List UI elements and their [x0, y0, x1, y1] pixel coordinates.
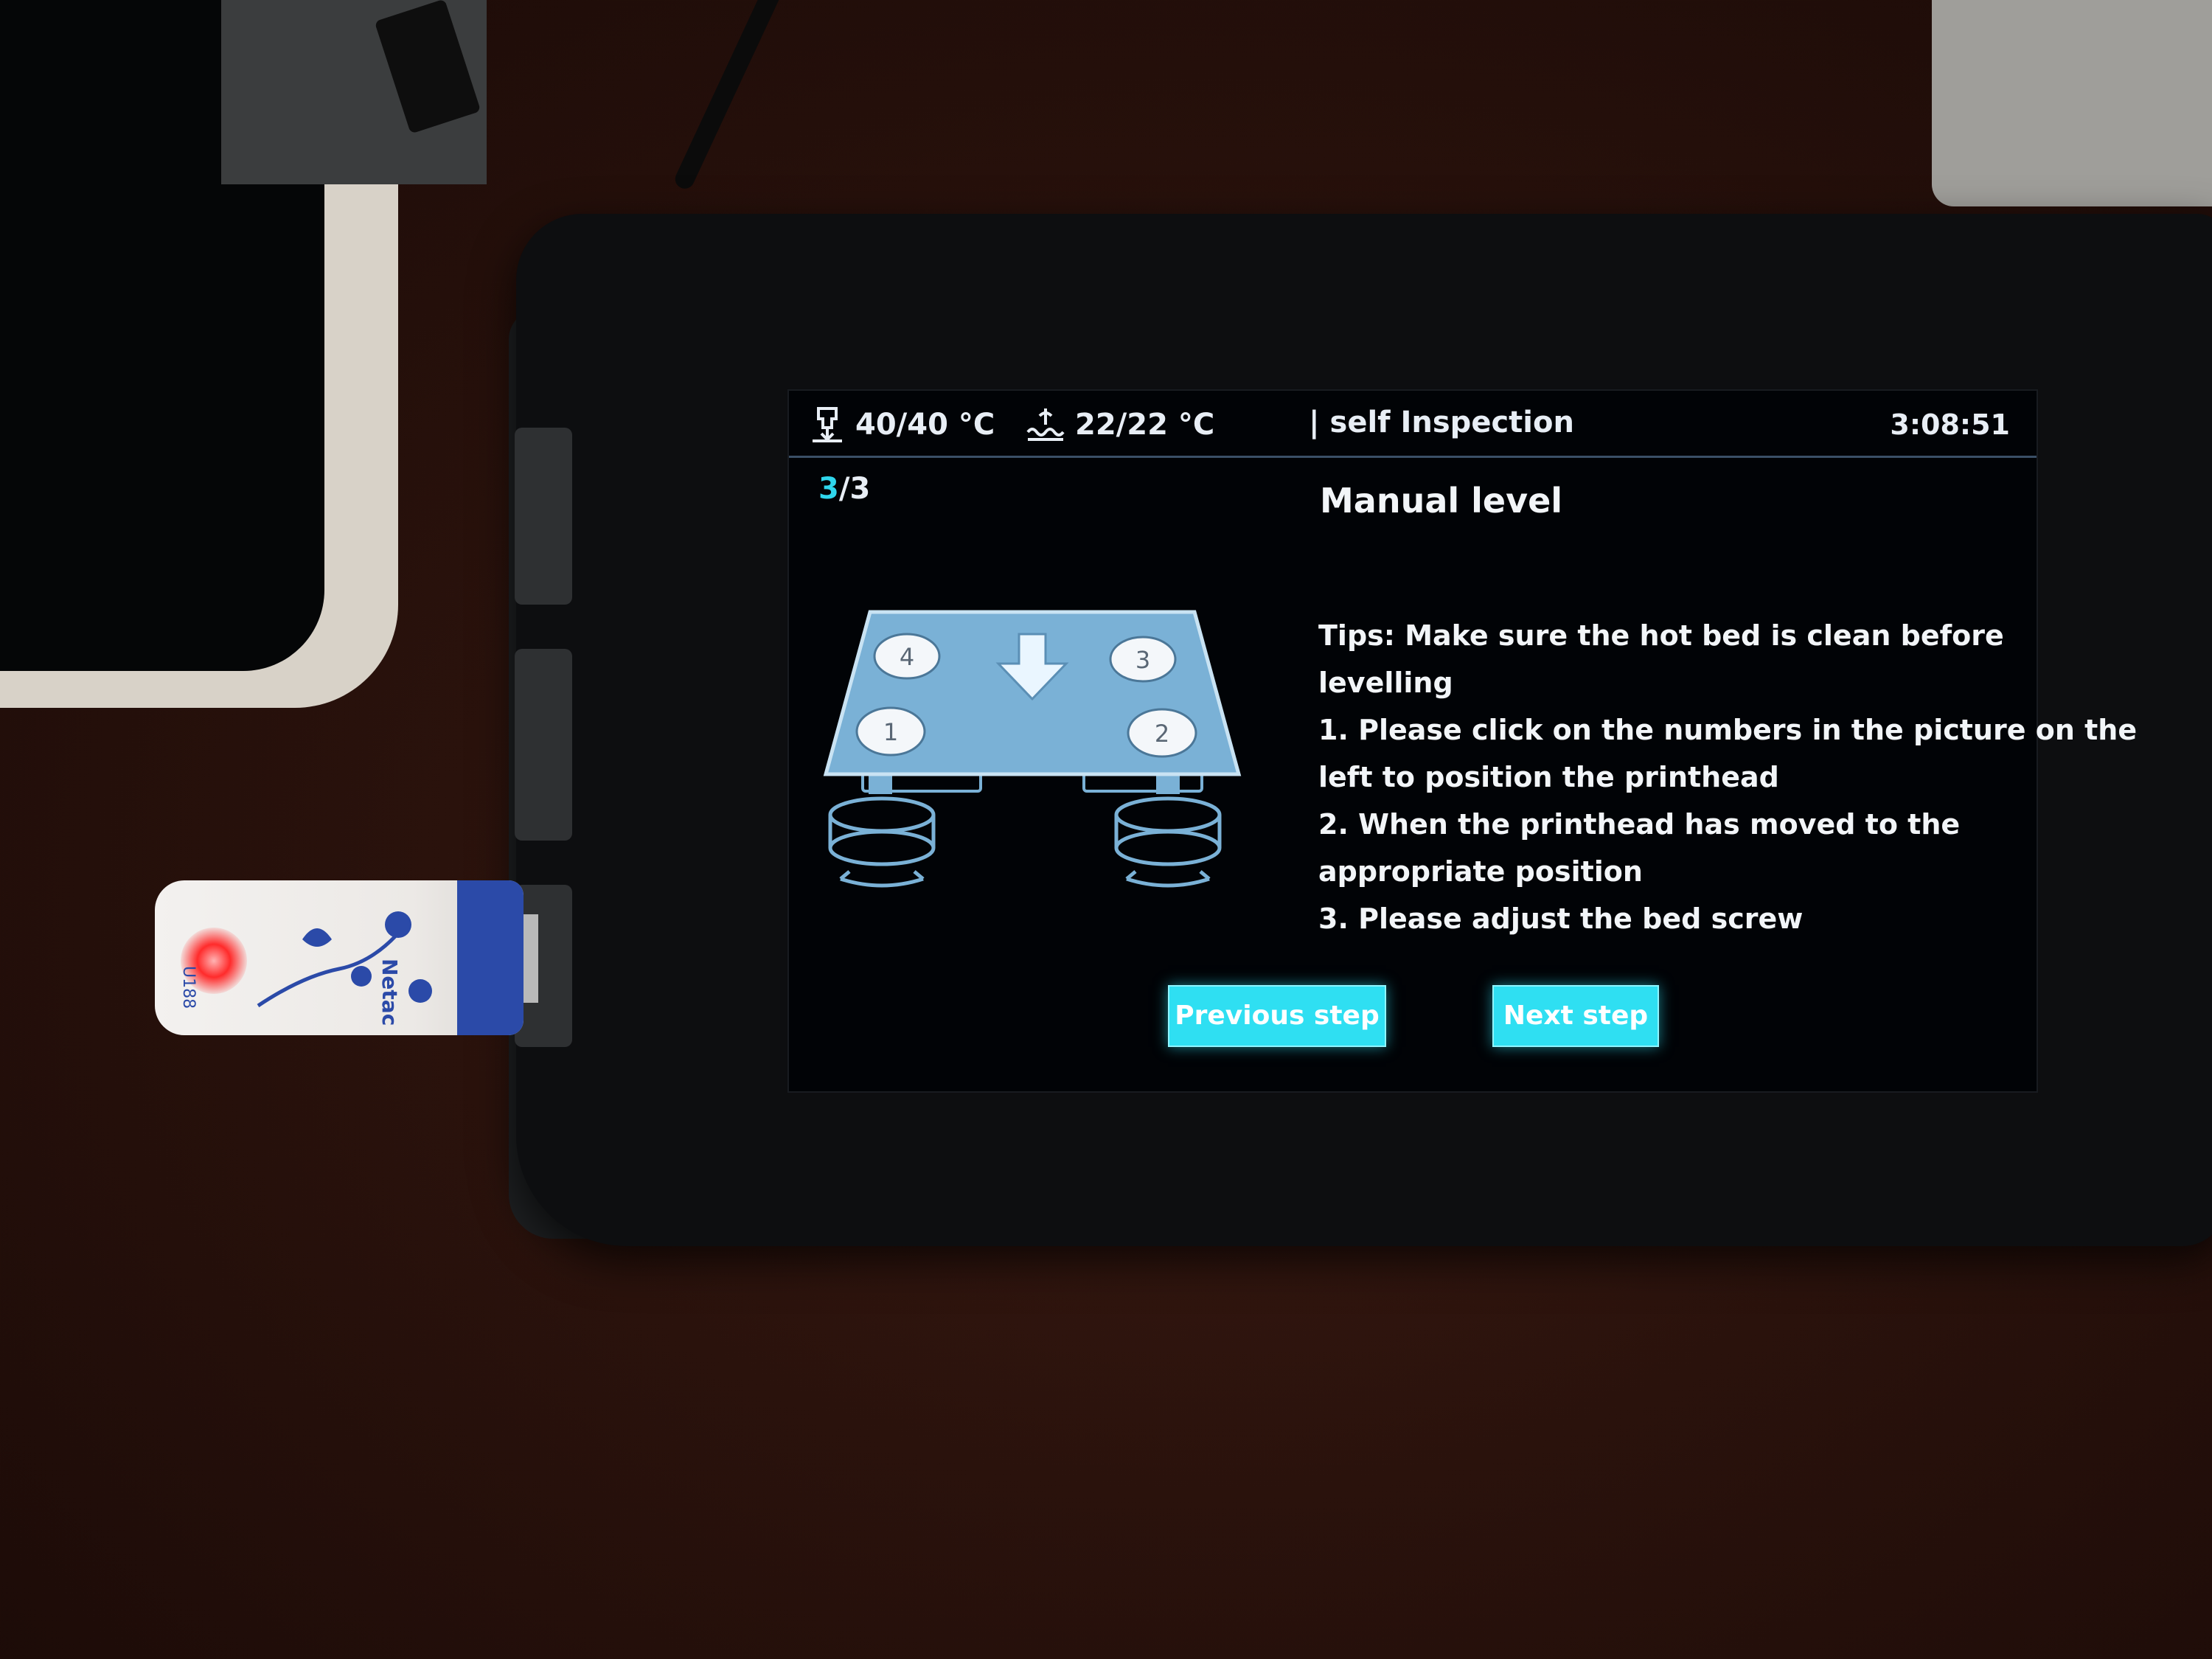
level-point-4[interactable]: 4 [873, 633, 941, 680]
clock: 3:08:51 [1890, 408, 2010, 441]
nozzle-temp-icon [808, 406, 846, 444]
side-port-1 [515, 428, 572, 605]
tips-line: Tips: Make sure the hot bed is clean bef… [1318, 619, 2004, 652]
side-port-2 [515, 649, 572, 841]
tips-line: levelling [1318, 667, 1453, 699]
touchscreen: 40/40 °C 22/22 °C | self Inspection 3:08… [787, 389, 2138, 1093]
step-indicator: 3/3 [818, 472, 870, 506]
tips-line: appropriate position [1318, 855, 1643, 888]
nozzle-temp-value: 40/40 °C [855, 408, 995, 442]
bed-temp-icon [1025, 406, 1066, 444]
tips-line: left to position the printhead [1318, 761, 1779, 793]
usb-model-label: U188 [179, 966, 198, 1009]
level-point-2[interactable]: 2 [1127, 708, 1197, 758]
usb-flower-pattern [257, 911, 432, 1008]
section-label: | self Inspection [1309, 406, 1574, 439]
adjustment-knob-left [828, 796, 936, 888]
tips-text: Tips: Make sure the hot bed is clean bef… [1318, 612, 2138, 942]
tips-line: 1. Please click on the numbers in the pi… [1318, 714, 2138, 746]
tips-line: 3. Please adjust the bed screw [1318, 902, 1804, 935]
tips-line: 2. When the printhead has moved to the [1318, 808, 1961, 841]
level-point-2-label: 2 [1155, 720, 1169, 748]
background-box [1932, 0, 2212, 206]
level-point-1[interactable]: 1 [855, 706, 926, 757]
level-point-1-label: 1 [883, 718, 898, 746]
page-title: Manual level [1320, 481, 1563, 521]
status-bar: 40/40 °C 22/22 °C | self Inspection 3:08… [789, 391, 2037, 458]
previous-step-button[interactable]: Previous step [1168, 985, 1386, 1047]
usb-stick-tip [457, 880, 524, 1035]
bed-temp-group: 22/22 °C [1025, 406, 1214, 444]
cable [672, 0, 793, 192]
nozzle-temp-group: 40/40 °C [808, 406, 995, 444]
level-point-3[interactable]: 3 [1109, 636, 1177, 683]
step-total: /3 [838, 472, 871, 506]
step-current: 3 [818, 472, 839, 506]
next-step-button[interactable]: Next step [1492, 985, 1659, 1047]
bed-level-diagram: 4 3 1 2 [823, 610, 1242, 888]
bed-temp-value: 22/22 °C [1075, 408, 1215, 442]
adjustment-knob-right [1114, 796, 1222, 888]
level-point-3-label: 3 [1135, 646, 1150, 674]
level-point-4-label: 4 [900, 643, 914, 671]
usb-brand-logo: Netac [378, 959, 402, 1026]
